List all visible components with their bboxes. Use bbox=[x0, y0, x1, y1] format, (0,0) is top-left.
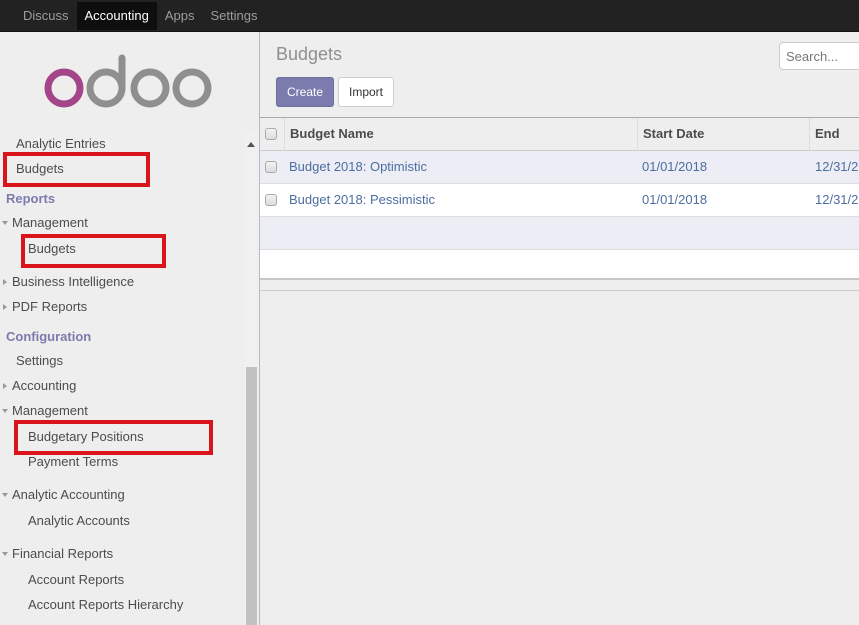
caret-down-icon bbox=[2, 408, 8, 413]
nav-settings[interactable]: Settings bbox=[202, 2, 265, 30]
menu-label: Business Intelligence bbox=[12, 274, 135, 289]
import-button[interactable]: Import bbox=[338, 77, 394, 107]
start-date-cell: 01/01/2018 bbox=[642, 192, 708, 207]
caret-down-icon bbox=[2, 551, 8, 556]
budget-name-cell[interactable]: Budget 2018: Pessimistic bbox=[289, 184, 435, 216]
menu-budgets[interactable]: Budgets bbox=[16, 161, 64, 176]
menu-settings[interactable]: Settings bbox=[16, 353, 63, 368]
menu-budgetary-positions[interactable]: Budgetary Positions bbox=[28, 429, 144, 444]
logo-letter-o2 bbox=[130, 68, 170, 108]
app-menu: Discuss Accounting Apps Settings bbox=[15, 2, 265, 30]
menu-label: PDF Reports bbox=[12, 299, 88, 314]
logo-letter-d bbox=[86, 68, 126, 108]
table-row[interactable]: Budget 2018: Optimistic 01/01/2018 12/31… bbox=[260, 151, 859, 184]
sidebar: Analytic Entries Budgets Reports Managem… bbox=[0, 32, 259, 625]
main-content: Budgets Create Import Budget Name Start … bbox=[260, 32, 859, 625]
table-header: Budget Name Start Date End Da bbox=[260, 117, 859, 173]
menu-account-reports-hierarchy[interactable]: Account Reports Hierarchy bbox=[28, 597, 183, 612]
menu-accounting[interactable]: Accounting bbox=[2, 378, 76, 393]
caret-right-icon bbox=[3, 278, 7, 285]
nav-accounting[interactable]: Accounting bbox=[76, 2, 157, 30]
row-checkbox[interactable] bbox=[265, 161, 277, 173]
nav-discuss[interactable]: Discuss bbox=[15, 2, 77, 30]
logo-letter-o3 bbox=[172, 68, 212, 108]
menu-payment-terms[interactable]: Payment Terms bbox=[28, 454, 118, 469]
start-date-cell: 01/01/2018 bbox=[642, 159, 708, 174]
empty-row bbox=[260, 250, 859, 280]
menu-reports-budgets[interactable]: Budgets bbox=[28, 241, 76, 256]
menu-analytic-accounts[interactable]: Analytic Accounts bbox=[28, 513, 130, 528]
menu-analytic-accounting[interactable]: Analytic Accounting bbox=[2, 487, 125, 502]
menu-label: Management bbox=[12, 215, 88, 230]
budget-name-cell[interactable]: Budget 2018: Optimistic bbox=[289, 151, 427, 183]
end-date-cell: 12/31/2( bbox=[815, 159, 859, 174]
menu-label: Financial Reports bbox=[12, 546, 114, 561]
end-date-cell: 12/31/2( bbox=[815, 192, 859, 207]
menu-business-intelligence[interactable]: Business Intelligence bbox=[2, 274, 134, 289]
section-configuration: Configuration bbox=[6, 329, 92, 344]
menu-config-management[interactable]: Management bbox=[2, 403, 88, 418]
table-footer bbox=[260, 280, 859, 291]
menu-account-reports[interactable]: Account Reports bbox=[28, 572, 124, 587]
column-end-date[interactable]: End Da bbox=[810, 118, 859, 173]
scroll-up-arrow-icon[interactable] bbox=[247, 142, 255, 147]
row-checkbox[interactable] bbox=[265, 194, 277, 206]
table-row[interactable]: Budget 2018: Pessimistic 01/01/2018 12/3… bbox=[260, 184, 859, 217]
page-title: Budgets bbox=[276, 44, 343, 64]
select-all-checkbox[interactable] bbox=[265, 128, 277, 140]
caret-down-icon bbox=[2, 492, 8, 497]
caret-right-icon bbox=[3, 382, 7, 389]
menu-label: Analytic Accounting bbox=[12, 487, 125, 502]
menu-pdf-reports[interactable]: PDF Reports bbox=[2, 299, 87, 314]
nav-apps[interactable]: Apps bbox=[157, 2, 203, 30]
odoo-logo[interactable] bbox=[44, 54, 214, 114]
caret-down-icon bbox=[2, 220, 8, 225]
create-button[interactable]: Create bbox=[276, 77, 334, 107]
menu-label: Accounting bbox=[12, 378, 77, 393]
menu-reports-management[interactable]: Management bbox=[2, 215, 88, 230]
search-input[interactable] bbox=[779, 42, 859, 70]
top-navbar: Discuss Accounting Apps Settings bbox=[0, 0, 859, 32]
menu-financial-reports[interactable]: Financial Reports bbox=[2, 546, 113, 561]
section-reports: Reports bbox=[6, 191, 56, 206]
column-start-date[interactable]: Start Date bbox=[638, 118, 704, 151]
caret-right-icon bbox=[3, 303, 7, 310]
empty-row bbox=[260, 217, 859, 250]
menu-label: Management bbox=[12, 403, 88, 418]
menu-analytic-entries[interactable]: Analytic Entries bbox=[16, 136, 106, 151]
scrollbar-thumb[interactable] bbox=[246, 367, 257, 625]
logo-letter-o1 bbox=[44, 68, 84, 108]
column-budget-name[interactable]: Budget Name bbox=[285, 118, 374, 151]
